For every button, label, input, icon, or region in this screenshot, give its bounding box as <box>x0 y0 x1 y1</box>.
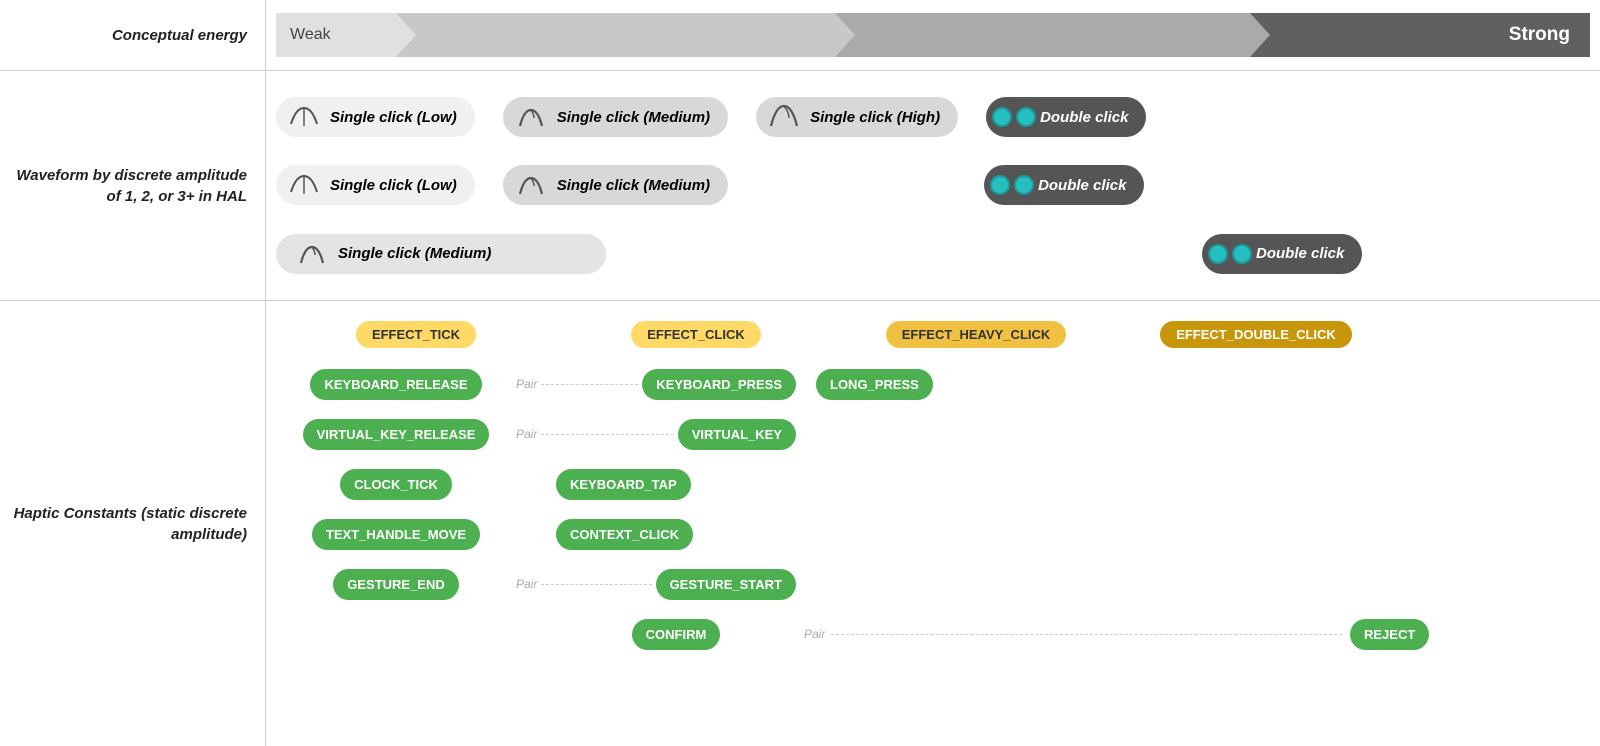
waveform-medium-2: Single click (Medium) <box>503 165 728 205</box>
haptic-row-confirm: CONFIRM Pair REJECT <box>276 614 1590 654</box>
right-content: Weak Strong <box>265 0 1600 746</box>
haptic-row-text-handle: TEXT_HANDLE_MOVE CONTEXT_CLICK <box>276 514 1590 554</box>
waveform-row-2: Single click (Low) Single click (Medium) <box>276 165 1590 205</box>
teal-circle-right-2 <box>1014 175 1034 195</box>
haptic-row-gesture: GESTURE_END Pair GESTURE_START <box>276 564 1590 604</box>
haptic-row-keyboard: KEYBOARD_RELEASE Pair KEYBOARD_PRESS LON… <box>276 364 1590 404</box>
pair-label-gesture: Pair <box>516 577 537 591</box>
teal-circle-left-3 <box>1208 244 1228 264</box>
keyboard-press-pill: KEYBOARD_PRESS <box>642 369 796 400</box>
gesture-pair-connector: Pair GESTURE_START <box>516 569 796 600</box>
pair-line-gesture <box>541 584 651 585</box>
context-click-pill: CONTEXT_CLICK <box>556 519 693 550</box>
waveform-low-1: Single click (Low) <box>276 97 475 137</box>
virtual-key-pair-connector: Pair VIRTUAL_KEY <box>516 419 796 450</box>
gesture-end-cell: GESTURE_END <box>276 569 516 600</box>
waveform-double-1: Double click <box>986 97 1146 137</box>
confirm-pair-connector: Pair <box>796 627 1350 641</box>
keyboard-release-cell: KEYBOARD_RELEASE <box>276 369 516 400</box>
waveform-medium-3-wide: Single click (Medium) <box>276 234 606 274</box>
effect-row: EFFECT_TICK EFFECT_CLICK EFFECT_HEAVY_CL… <box>276 321 1590 348</box>
energy-row: Weak Strong <box>266 0 1600 70</box>
keyboard-tap-pill: KEYBOARD_TAP <box>556 469 691 500</box>
long-press-pill: LONG_PRESS <box>816 369 933 400</box>
double-click-icon-1 <box>996 103 1032 131</box>
waveform-row-3: Single click (Medium) Double click <box>276 234 1590 274</box>
haptic-row-virtual-key: VIRTUAL_KEY_RELEASE Pair VIRTUAL_KEY <box>276 414 1590 454</box>
gesture-end-pill: GESTURE_END <box>333 569 459 600</box>
effect-double-click-pill: EFFECT_DOUBLE_CLICK <box>1160 321 1352 348</box>
waveform-label: Waveform by discrete amplitude of 1, 2, … <box>0 70 265 300</box>
text-handle-move-cell: TEXT_HANDLE_MOVE <box>276 519 516 550</box>
energy-arrow: Weak Strong <box>276 13 1590 57</box>
waveform-row-1: Single click (Low) Single click (Medium) <box>276 97 1590 137</box>
waveform-section: Single click (Low) Single click (Medium) <box>266 70 1600 300</box>
wave-medium-icon-2 <box>513 171 549 199</box>
confirm-pill: CONFIRM <box>632 619 721 650</box>
pair-line-confirm <box>831 634 1342 635</box>
pair-line-keyboard <box>541 384 638 385</box>
context-click-cell: CONTEXT_CLICK <box>556 519 796 550</box>
waveform-high-1: Single click (High) <box>756 97 958 137</box>
long-press-cell: LONG_PRESS <box>816 369 1076 400</box>
energy-weak: Weak <box>276 13 396 57</box>
haptic-section: EFFECT_TICK EFFECT_CLICK EFFECT_HEAVY_CL… <box>266 300 1600 746</box>
text-handle-move-pill: TEXT_HANDLE_MOVE <box>312 519 480 550</box>
effect-double-click-cell: EFFECT_DOUBLE_CLICK <box>1116 321 1396 348</box>
gesture-start-pill: GESTURE_START <box>656 569 796 600</box>
left-labels: Conceptual energy Waveform by discrete a… <box>0 0 265 746</box>
energy-seg3 <box>835 13 1250 57</box>
double-click-icon-2 <box>994 171 1030 199</box>
virtual-key-pill: VIRTUAL_KEY <box>678 419 796 450</box>
effect-tick-pill: EFFECT_TICK <box>356 321 476 348</box>
energy-seg2 <box>396 13 835 57</box>
wave-high-icon-1 <box>766 103 802 131</box>
reject-cell: REJECT <box>1350 619 1590 650</box>
waveform-medium-1: Single click (Medium) <box>503 97 728 137</box>
confirm-cell: CONFIRM <box>556 619 796 650</box>
virtual-key-release-cell: VIRTUAL_KEY_RELEASE <box>276 419 516 450</box>
waveform-double-3: Double click <box>1202 234 1362 274</box>
pair-label-keyboard: Pair <box>516 377 537 391</box>
teal-circle-right-3 <box>1232 244 1252 264</box>
effect-heavy-click-pill: EFFECT_HEAVY_CLICK <box>886 321 1067 348</box>
virtual-key-release-pill: VIRTUAL_KEY_RELEASE <box>303 419 490 450</box>
teal-circle-left-1 <box>992 107 1012 127</box>
teal-circle-left-2 <box>990 175 1010 195</box>
clock-tick-cell: CLOCK_TICK <box>276 469 516 500</box>
effect-click-cell: EFFECT_CLICK <box>556 321 836 348</box>
wave-medium-icon-3 <box>294 240 330 268</box>
keyboard-release-pill: KEYBOARD_RELEASE <box>310 369 481 400</box>
effect-tick-cell: EFFECT_TICK <box>276 321 556 348</box>
haptic-row-clock: CLOCK_TICK KEYBOARD_TAP <box>276 464 1590 504</box>
wave-low-icon-2 <box>286 171 322 199</box>
energy-strong: Strong <box>1250 13 1590 57</box>
waveform-low-2: Single click (Low) <box>276 165 475 205</box>
wave-low-icon-1 <box>286 103 322 131</box>
pair-line-virtual-key <box>541 434 673 435</box>
pair-label-virtual-key: Pair <box>516 427 537 441</box>
effect-heavy-click-cell: EFFECT_HEAVY_CLICK <box>836 321 1116 348</box>
double-click-icon-3 <box>1212 240 1248 268</box>
waveform-double-2: Double click <box>984 165 1144 205</box>
keyboard-pair-connector: Pair KEYBOARD_PRESS <box>516 369 796 400</box>
conceptual-energy-label: Conceptual energy <box>0 0 265 70</box>
teal-circle-right-1 <box>1016 107 1036 127</box>
effect-click-pill: EFFECT_CLICK <box>631 321 761 348</box>
keyboard-tap-cell: KEYBOARD_TAP <box>556 469 796 500</box>
wave-medium-icon-1 <box>513 103 549 131</box>
haptic-label: Haptic Constants (static discrete amplit… <box>0 300 265 746</box>
pair-label-confirm: Pair <box>804 627 825 641</box>
main-container: Conceptual energy Waveform by discrete a… <box>0 0 1600 746</box>
reject-pill: REJECT <box>1350 619 1429 650</box>
clock-tick-pill: CLOCK_TICK <box>340 469 452 500</box>
